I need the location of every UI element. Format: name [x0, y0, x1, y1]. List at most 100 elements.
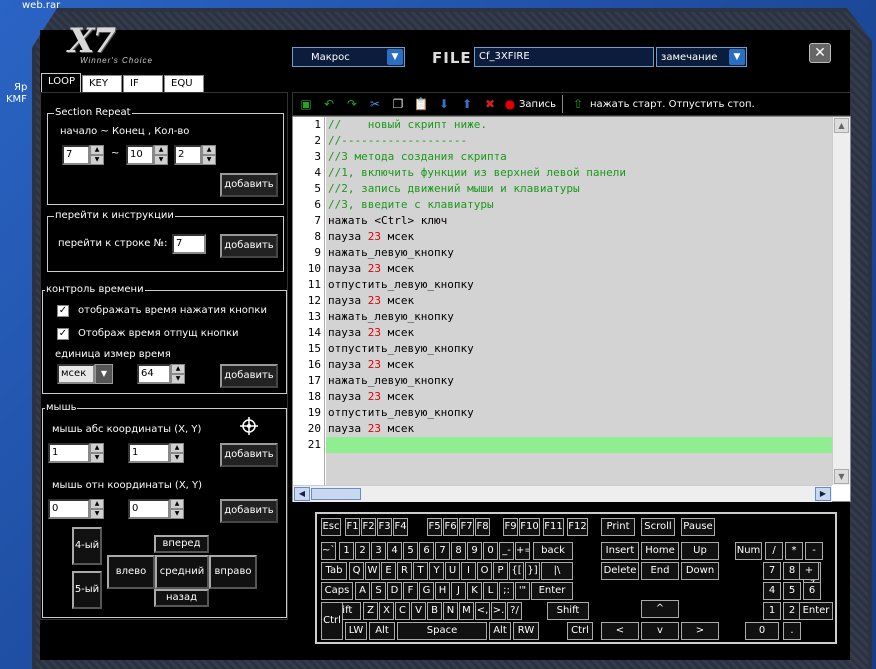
- paste-icon[interactable]: 📋: [412, 95, 430, 113]
- key-M[interactable]: M: [459, 602, 474, 620]
- code-line[interactable]: нажать_левую_кнопку: [326, 309, 832, 325]
- show-release-time-checkbox[interactable]: ✓: [57, 328, 69, 340]
- code-line[interactable]: отпустить_левую_кнопку: [326, 405, 832, 421]
- key-sym[interactable]: <: [601, 622, 639, 640]
- redo-icon[interactable]: ↷: [343, 95, 361, 113]
- key-E[interactable]: E: [381, 562, 396, 580]
- code-line[interactable]: нажать_левую_кнопку: [326, 373, 832, 389]
- key-7[interactable]: 7: [763, 562, 781, 580]
- code-line[interactable]: //3, введите с клавиатуры: [326, 197, 832, 213]
- stepper-down-icon[interactable]: ▼: [170, 509, 184, 519]
- mouse-button-5[interactable]: 5-ый: [72, 571, 102, 609]
- mouse-rel-x-stepper[interactable]: 0 ▲ ▼: [48, 499, 104, 519]
- cut-icon[interactable]: ✂: [366, 95, 384, 113]
- stepper-up-icon[interactable]: ▲: [202, 145, 216, 155]
- crosshair-icon[interactable]: [239, 416, 259, 436]
- key-8[interactable]: 8: [451, 542, 466, 560]
- key-Alt[interactable]: Alt: [489, 622, 511, 640]
- code-line[interactable]: нажать <Ctrl> ключ: [326, 213, 832, 229]
- key-Z[interactable]: Z: [363, 602, 378, 620]
- key-Print[interactable]: Print: [601, 518, 635, 536]
- code-line[interactable]: пауза 23 мсек: [326, 325, 832, 341]
- time-value-stepper[interactable]: 64 ▲ ▼: [137, 364, 185, 384]
- stepper-up-icon[interactable]: ▲: [170, 443, 184, 453]
- mouse-left-button[interactable]: влево: [107, 555, 155, 589]
- key-9[interactable]: 9: [467, 542, 482, 560]
- key-v[interactable]: v: [641, 622, 679, 640]
- key-sym[interactable]: <,: [475, 602, 490, 620]
- key-Home[interactable]: Home: [641, 542, 679, 560]
- code-line[interactable]: нажать_левую_кнопку: [326, 245, 832, 261]
- key-Down[interactable]: Down: [681, 562, 719, 580]
- code-line[interactable]: пауза 23 мсек: [326, 389, 832, 405]
- key-Esc[interactable]: Esc: [321, 518, 341, 536]
- key-Ctrl[interactable]: Ctrl: [567, 622, 593, 640]
- repeat-end-stepper[interactable]: 10 ▲ ▼: [126, 145, 168, 165]
- vertical-scrollbar[interactable]: ▲ ▼: [832, 117, 850, 485]
- stepper-down-icon[interactable]: ▼: [171, 374, 185, 384]
- key-LW[interactable]: LW: [345, 622, 367, 640]
- key-sym[interactable]: >: [681, 622, 719, 640]
- key-P[interactable]: P: [493, 562, 508, 580]
- key-O[interactable]: O: [477, 562, 492, 580]
- key-B[interactable]: B: [427, 602, 442, 620]
- key-6[interactable]: 6: [803, 582, 821, 600]
- stepper-up-icon[interactable]: ▲: [170, 499, 184, 509]
- time-unit-select[interactable]: мсек ▼: [57, 364, 113, 384]
- key-4[interactable]: 4: [387, 542, 402, 560]
- key-F11[interactable]: F11: [543, 518, 564, 536]
- key-F3[interactable]: F3: [377, 518, 392, 536]
- mouse-rel-x-value[interactable]: 0: [48, 499, 90, 519]
- key-sym[interactable]: *: [785, 542, 803, 560]
- key-V[interactable]: V: [411, 602, 426, 620]
- key-F8[interactable]: F8: [475, 518, 490, 536]
- add-repeat-button[interactable]: добавить: [220, 173, 278, 197]
- stepper-up-icon[interactable]: ▲: [90, 499, 104, 509]
- chevron-down-icon[interactable]: ▼: [387, 49, 403, 65]
- add-time-button[interactable]: добавить: [220, 364, 278, 388]
- code-line[interactable]: //2, запись движений мыши и клавиатуры: [326, 181, 832, 197]
- stepper-down-icon[interactable]: ▼: [202, 155, 216, 165]
- key-F6[interactable]: F6: [443, 518, 458, 536]
- key-2[interactable]: 2: [355, 542, 370, 560]
- key-N[interactable]: N: [443, 602, 458, 620]
- stepper-down-icon[interactable]: ▼: [154, 155, 168, 165]
- scroll-left-icon[interactable]: ◀: [294, 487, 310, 501]
- key-F4[interactable]: F4: [393, 518, 408, 536]
- goto-line-field[interactable]: 7: [172, 234, 206, 254]
- key-I[interactable]: I: [461, 562, 476, 580]
- repeat-start-value[interactable]: 7: [62, 145, 90, 165]
- key-0[interactable]: 0: [745, 622, 779, 640]
- code-line[interactable]: пауза 23 мсек: [326, 229, 832, 245]
- scroll-down-icon[interactable]: ▼: [834, 469, 849, 484]
- key-back[interactable]: back: [533, 542, 573, 560]
- key-Scroll[interactable]: Scroll: [641, 518, 675, 536]
- desktop-icon-label[interactable]: web.rar: [22, 0, 60, 11]
- key-F2[interactable]: F2: [361, 518, 376, 536]
- undo-icon[interactable]: ↶: [320, 95, 338, 113]
- script-editor[interactable]: 1 2 3 4 5 6 7 8 9 10 11 12 13 14 15 16 17 18 19 20 21 // нов…: [292, 116, 851, 502]
- code-line[interactable]: [326, 437, 832, 453]
- horizontal-scrollbar[interactable]: ◀ ▶: [293, 485, 832, 502]
- key-sym[interactable]: '": [515, 582, 530, 600]
- add-goto-button[interactable]: добавить: [220, 234, 278, 258]
- time-value[interactable]: 64: [137, 364, 171, 384]
- key-Space[interactable]: Space: [397, 622, 487, 640]
- move-down-icon[interactable]: ⬇: [435, 95, 453, 113]
- mouse-rel-y-value[interactable]: 0: [128, 499, 170, 519]
- key-Alt[interactable]: Alt: [369, 622, 395, 640]
- code-line[interactable]: //3 метода создания скрипта: [326, 149, 832, 165]
- key-sym[interactable]: ~`: [321, 542, 336, 560]
- mouse-back-button[interactable]: назад: [154, 589, 209, 607]
- start-icon[interactable]: ⇧: [569, 95, 587, 113]
- code-line[interactable]: //1, включить функции из верхней левой п…: [326, 165, 832, 181]
- key-F10[interactable]: F10: [519, 518, 540, 536]
- scroll-thumb[interactable]: [311, 488, 361, 500]
- copy-icon[interactable]: ❐: [389, 95, 407, 113]
- note-dropdown[interactable]: замечание ▼: [656, 47, 747, 67]
- key-sym[interactable]: {[: [509, 562, 524, 580]
- key-Ctrl[interactable]: Ctrl: [321, 602, 343, 640]
- stepper-down-icon[interactable]: ▼: [90, 509, 104, 519]
- mouse-rel-y-stepper[interactable]: 0 ▲ ▼: [128, 499, 184, 519]
- record-icon[interactable]: ●: [504, 95, 516, 113]
